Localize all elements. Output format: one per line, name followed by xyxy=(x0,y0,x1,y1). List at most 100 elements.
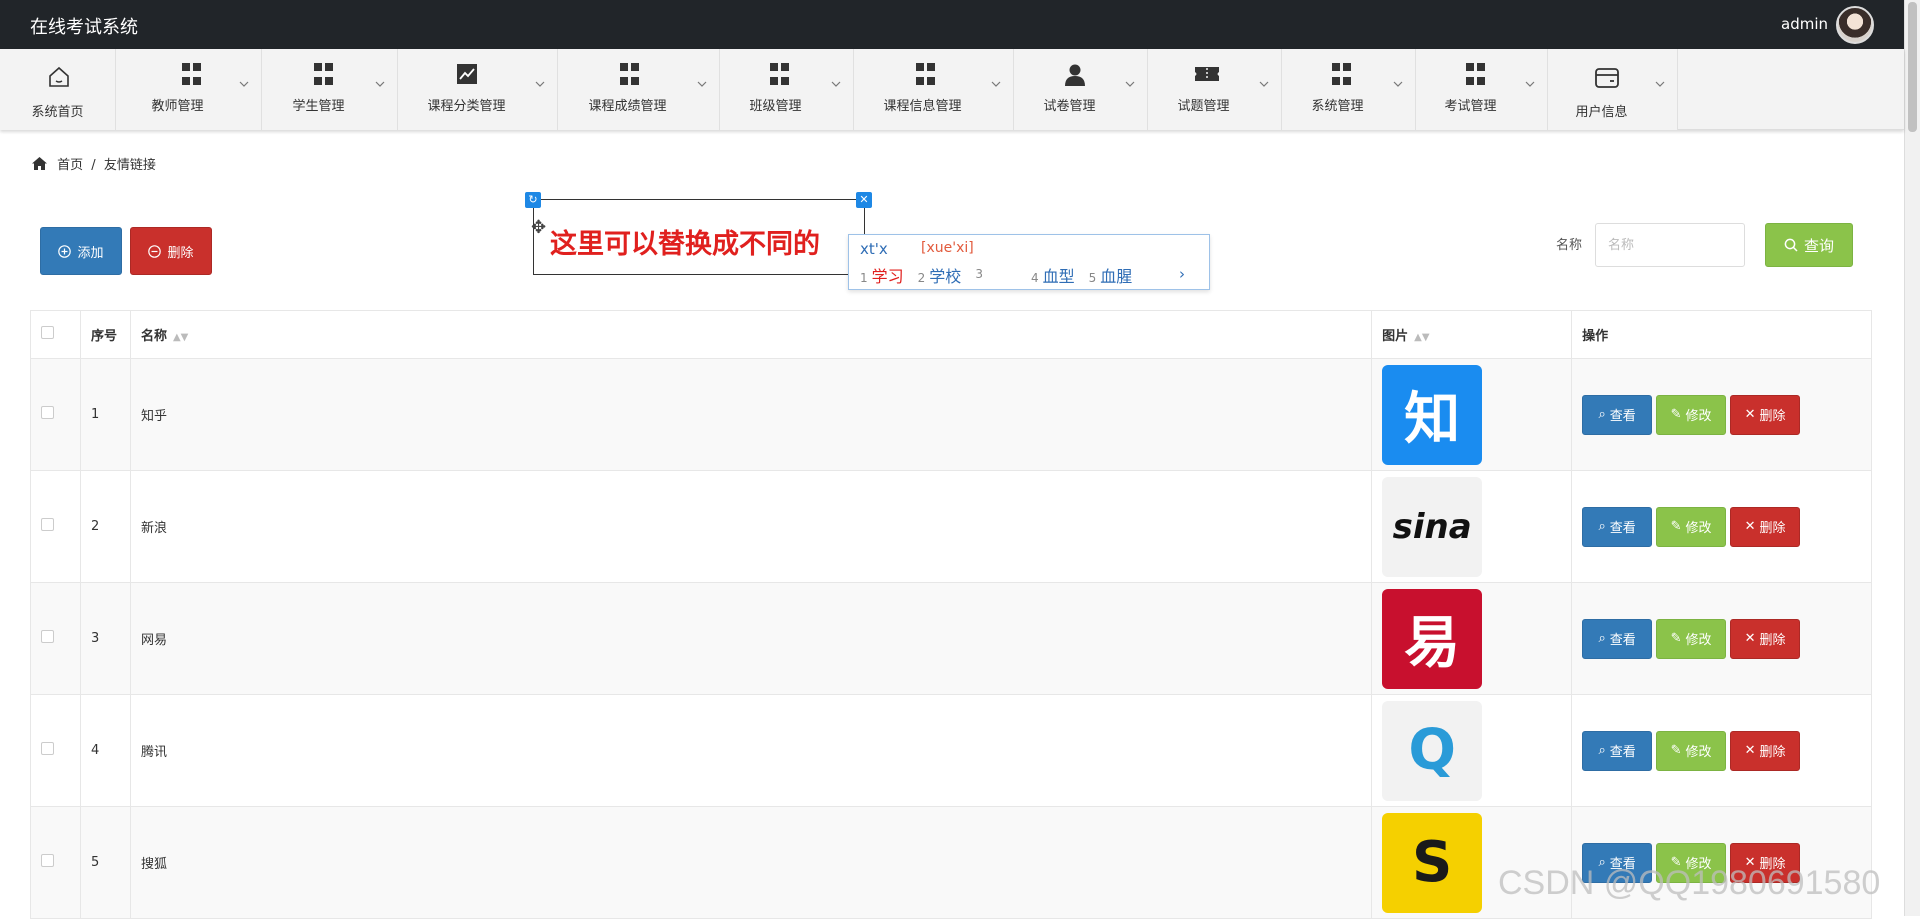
delete-row-button[interactable]: ✕ 删除 xyxy=(1730,730,1801,771)
app-title: 在线考试系统 xyxy=(30,17,138,38)
nav-label: 考试管理 xyxy=(1444,99,1497,114)
row-checkbox[interactable] xyxy=(41,518,54,531)
breadcrumb-home[interactable]: 首页 xyxy=(57,158,83,173)
row-name: 搜狐 xyxy=(129,806,1373,919)
edit-button[interactable]: ✎ 修改 xyxy=(1656,506,1727,547)
nav-label: 用户信息 xyxy=(1575,105,1628,120)
row-actions: ⌕ 查看 ✎ 修改 ✕ 删除 xyxy=(1571,358,1872,471)
edit-button-label: 修改 xyxy=(1685,521,1712,536)
row-checkbox[interactable] xyxy=(41,630,54,643)
view-button-label: 查看 xyxy=(1609,633,1636,648)
nav-label: 课程成绩管理 xyxy=(588,99,667,114)
breadcrumb-separator: / xyxy=(91,158,96,173)
user-icon xyxy=(1065,64,1085,86)
nav-item-paper[interactable]: 试卷管理 xyxy=(1014,49,1148,130)
row-index: 5 xyxy=(79,806,131,919)
view-button[interactable]: ⌕ 查看 xyxy=(1582,506,1653,547)
delete-row-button[interactable]: ✕ 删除 xyxy=(1730,394,1801,435)
row-checkbox[interactable] xyxy=(41,854,54,867)
edit-button[interactable]: ✎ 修改 xyxy=(1656,394,1727,435)
nav-item-student[interactable]: 学生管理 xyxy=(262,49,398,130)
chevron-down-icon xyxy=(1125,81,1135,87)
breadcrumb-current: 友情链接 xyxy=(103,158,156,173)
edit-button[interactable]: ✎ 修改 xyxy=(1656,618,1727,659)
search-button[interactable]: 查询 xyxy=(1765,223,1853,267)
nav-label: 课程分类管理 xyxy=(427,99,506,114)
chevron-down-icon xyxy=(1655,81,1665,87)
ime-next-page-icon[interactable]: › xyxy=(1179,265,1185,283)
row-select-cell[interactable] xyxy=(30,806,81,919)
delete-button[interactable]: 删除 xyxy=(130,227,212,275)
rotate-handle-icon[interactable]: ↻ xyxy=(525,192,541,208)
chevron-down-icon xyxy=(1393,81,1403,87)
close-icon[interactable]: ✕ xyxy=(856,192,872,208)
scrollbar-thumb[interactable] xyxy=(1908,2,1917,132)
nav-item-course-info[interactable]: 课程信息管理 xyxy=(854,49,1014,130)
edit-button[interactable]: ✎ 修改 xyxy=(1656,730,1727,771)
chevron-down-icon xyxy=(697,81,707,87)
row-image-cell: 易 xyxy=(1371,582,1573,695)
ime-candidate-window: xt'x [xue'xi] 1 学习 2 学校 3 4 血型 5 血腥 › xyxy=(848,234,1210,290)
annotation-text[interactable]: 这里可以替换成不同的 xyxy=(550,222,820,261)
nav-label: 系统管理 xyxy=(1311,99,1364,114)
row-logo-image[interactable]: 知 xyxy=(1382,364,1483,465)
ime-candidate[interactable]: 2 学校 xyxy=(918,263,962,287)
delete-row-button[interactable]: ✕ 删除 xyxy=(1730,618,1801,659)
ime-candidate[interactable]: 1 学习 xyxy=(860,263,904,287)
row-logo-image[interactable]: S xyxy=(1382,812,1483,913)
nav-item-course-category[interactable]: 课程分类管理 xyxy=(398,49,558,130)
minus-circle-icon xyxy=(148,244,162,258)
nav-item-class[interactable]: 班级管理 xyxy=(720,49,854,130)
row-logo-image[interactable]: Q xyxy=(1382,700,1483,801)
row-select-cell[interactable] xyxy=(30,694,81,807)
row-logo-image[interactable]: 易 xyxy=(1382,588,1483,689)
row-actions: ⌕ 查看 ✎ 修改 ✕ 删除 xyxy=(1571,694,1872,807)
delete-row-button[interactable]: ✕ 删除 xyxy=(1730,506,1801,547)
row-index: 1 xyxy=(79,358,131,471)
view-button[interactable]: ⌕ 查看 xyxy=(1582,394,1653,435)
user-name[interactable]: admin xyxy=(1781,15,1828,33)
main-nav: 系统首页 教师管理 学生管理 课程分类管理 课程成绩管理 班级管理 课程信息管理… xyxy=(0,49,1904,130)
chevron-down-icon xyxy=(375,81,385,87)
nav-item-exam[interactable]: 考试管理 xyxy=(1416,49,1548,130)
search-icon: ⌕ xyxy=(1598,631,1606,646)
nav-item-question[interactable]: 试题管理 xyxy=(1148,49,1282,130)
ime-candidate[interactable]: 4 血型 xyxy=(1031,263,1075,287)
add-button-label: 添加 xyxy=(77,245,104,261)
nav-item-course-score[interactable]: 课程成绩管理 xyxy=(558,49,720,130)
watermark: CSDN @QQ1980691580 xyxy=(1498,864,1881,902)
row-select-cell[interactable] xyxy=(30,358,81,471)
sort-icon[interactable]: ▲▼ xyxy=(173,332,188,343)
avatar[interactable] xyxy=(1836,6,1874,44)
ime-candidate[interactable]: 3 xyxy=(975,263,987,287)
ime-candidate-text: 血型 xyxy=(1042,267,1075,286)
column-header-image[interactable]: 图片 ▲▼ xyxy=(1371,310,1573,359)
row-checkbox[interactable] xyxy=(41,742,54,755)
nav-item-system[interactable]: 系统管理 xyxy=(1282,49,1416,130)
nav-item-user-info[interactable]: 用户信息 xyxy=(1548,49,1678,130)
breadcrumb: 首页 / 友情链接 xyxy=(32,154,156,173)
grid-icon xyxy=(1332,63,1362,87)
table-row: 2 新浪 sina ⌕ 查看 ✎ 修改 ✕ 删除 xyxy=(30,470,1872,583)
ime-candidate[interactable]: 5 血腥 xyxy=(1089,263,1133,287)
ime-candidate-text: 血腥 xyxy=(1100,267,1133,286)
row-logo-image[interactable]: sina xyxy=(1382,476,1483,577)
page-scrollbar[interactable] xyxy=(1904,0,1920,916)
nav-item-home[interactable]: 系统首页 xyxy=(0,49,116,130)
add-button[interactable]: 添加 xyxy=(40,227,122,275)
column-header-index: 序号 xyxy=(79,310,131,359)
view-button[interactable]: ⌕ 查看 xyxy=(1582,618,1653,659)
select-all-cell[interactable] xyxy=(30,310,81,359)
view-button[interactable]: ⌕ 查看 xyxy=(1582,730,1653,771)
row-select-cell[interactable] xyxy=(30,582,81,695)
column-header-name[interactable]: 名称 ▲▼ xyxy=(129,310,1373,359)
chevron-down-icon xyxy=(991,81,1001,87)
row-checkbox[interactable] xyxy=(41,406,54,419)
sort-icon[interactable]: ▲▼ xyxy=(1414,332,1429,343)
nav-item-teacher[interactable]: 教师管理 xyxy=(116,49,262,130)
edit-button-label: 修改 xyxy=(1685,409,1712,424)
row-select-cell[interactable] xyxy=(30,470,81,583)
search-name-input[interactable] xyxy=(1595,223,1745,267)
select-all-checkbox[interactable] xyxy=(41,326,54,339)
row-image-cell: 知 xyxy=(1371,358,1573,471)
